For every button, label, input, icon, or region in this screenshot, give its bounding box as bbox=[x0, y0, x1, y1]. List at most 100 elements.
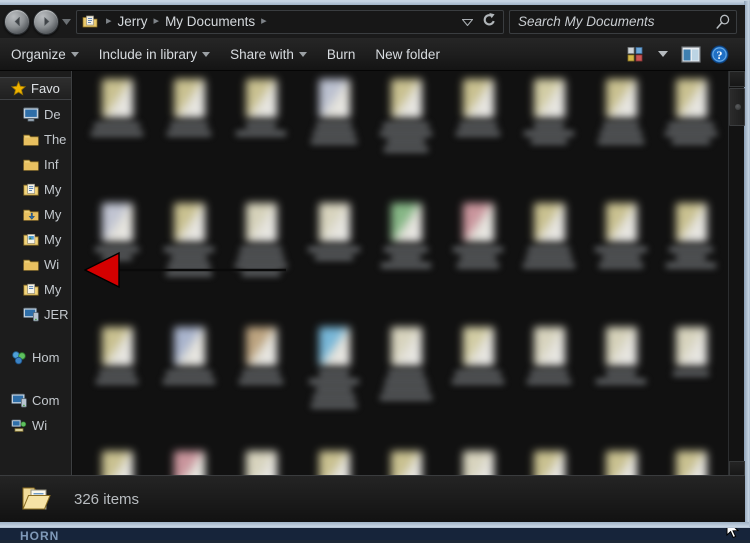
file-list-view[interactable] bbox=[73, 71, 729, 477]
history-dropdown-button[interactable] bbox=[60, 9, 73, 35]
file-item[interactable] bbox=[656, 327, 726, 376]
back-button[interactable] bbox=[4, 8, 30, 35]
sidebar-item-my-stuff[interactable]: My bbox=[0, 277, 71, 302]
file-item[interactable] bbox=[371, 451, 441, 477]
address-dropdown-button[interactable] bbox=[461, 13, 474, 31]
file-icon bbox=[533, 327, 565, 366]
file-item[interactable] bbox=[656, 203, 726, 268]
file-item[interactable] bbox=[226, 327, 296, 384]
toolbar-include-in-library-button[interactable]: Include in library bbox=[90, 44, 219, 65]
file-item[interactable] bbox=[586, 451, 656, 477]
file-name bbox=[371, 247, 441, 268]
refresh-button[interactable] bbox=[480, 11, 497, 32]
help-icon: ? bbox=[710, 45, 728, 63]
file-icon bbox=[462, 327, 494, 366]
breadcrumb-item-1[interactable]: My Documents bbox=[165, 14, 255, 29]
file-item[interactable] bbox=[226, 451, 296, 477]
toolbar-share-with-button[interactable]: Share with bbox=[221, 44, 316, 65]
sidebar-item-label: JER bbox=[44, 307, 69, 322]
file-icon bbox=[318, 451, 350, 477]
file-item[interactable] bbox=[299, 79, 369, 144]
sidebar-item-label: My bbox=[44, 207, 62, 222]
chevron-down-icon bbox=[62, 18, 71, 25]
file-item[interactable] bbox=[154, 327, 224, 384]
search-box[interactable]: Search My Documents bbox=[509, 9, 737, 34]
file-icon bbox=[605, 451, 637, 477]
file-name bbox=[226, 371, 296, 384]
file-name bbox=[656, 123, 726, 144]
search-icon[interactable] bbox=[715, 14, 731, 30]
sidebar-item-info[interactable]: Inf bbox=[0, 152, 71, 177]
help-button[interactable]: ? bbox=[705, 42, 733, 66]
file-item[interactable] bbox=[299, 327, 369, 408]
breadcrumb-item-0[interactable]: Jerry bbox=[118, 14, 148, 29]
file-item[interactable] bbox=[226, 203, 296, 276]
file-item[interactable] bbox=[514, 327, 584, 384]
file-name bbox=[443, 371, 513, 384]
forward-button[interactable] bbox=[33, 8, 59, 35]
file-item[interactable] bbox=[656, 79, 726, 144]
file-name bbox=[82, 123, 152, 136]
file-item[interactable] bbox=[443, 79, 513, 136]
toolbar-new-folder-button[interactable]: New folder bbox=[366, 44, 449, 65]
file-item[interactable] bbox=[82, 451, 152, 477]
address-bar[interactable]: ▸ Jerry ▸ My Documents ▸ bbox=[76, 9, 504, 34]
explorer-window: ▸ Jerry ▸ My Documents ▸ Search My Docum… bbox=[0, 0, 750, 528]
sidebar-item-jerry-pc[interactable]: JER bbox=[0, 302, 71, 327]
file-name bbox=[514, 371, 584, 384]
file-item[interactable] bbox=[82, 327, 152, 384]
file-item[interactable] bbox=[82, 79, 152, 136]
file-item[interactable] bbox=[586, 327, 656, 384]
sidebar-item-network[interactable]: Wi bbox=[0, 413, 71, 438]
breadcrumb-separator: ▸ bbox=[106, 15, 112, 27]
view-options-button[interactable] bbox=[621, 42, 649, 66]
status-bar: 326 items bbox=[0, 475, 745, 522]
file-item[interactable] bbox=[154, 451, 224, 477]
file-item[interactable] bbox=[514, 203, 584, 268]
file-item[interactable] bbox=[154, 79, 224, 136]
file-item[interactable] bbox=[586, 203, 656, 268]
file-item[interactable] bbox=[586, 79, 656, 144]
sidebar-item-homegroup[interactable]: Hom bbox=[0, 345, 71, 370]
file-item[interactable] bbox=[226, 79, 296, 136]
file-item[interactable] bbox=[514, 79, 584, 144]
file-item[interactable] bbox=[299, 203, 369, 260]
sidebar-item-my-pictures[interactable]: My bbox=[0, 227, 71, 252]
sidebar-item-themes[interactable]: The bbox=[0, 127, 71, 152]
search-input[interactable]: Search My Documents bbox=[518, 14, 715, 29]
vertical-scrollbar[interactable] bbox=[728, 71, 745, 477]
preview-pane-button[interactable] bbox=[677, 42, 705, 66]
sidebar-group-label: Hom bbox=[32, 350, 60, 365]
sidebar-item-desktop[interactable]: De bbox=[0, 102, 71, 127]
file-item[interactable] bbox=[443, 451, 513, 477]
scrollbar-thumb[interactable] bbox=[729, 88, 745, 126]
file-item[interactable] bbox=[514, 451, 584, 477]
file-item[interactable] bbox=[656, 451, 726, 477]
sidebar-favorites-header[interactable]: Favo bbox=[0, 77, 71, 100]
toolbar-burn-button[interactable]: Burn bbox=[318, 44, 365, 65]
file-item[interactable] bbox=[154, 203, 224, 276]
file-icon bbox=[533, 451, 565, 477]
file-item[interactable] bbox=[82, 203, 152, 260]
file-item[interactable] bbox=[371, 327, 441, 400]
homegroup-icon bbox=[12, 351, 26, 365]
sidebar-item-my-documents[interactable]: My bbox=[0, 177, 71, 202]
file-item[interactable] bbox=[443, 203, 513, 268]
sidebar-item-windows[interactable]: Wi bbox=[0, 252, 71, 277]
file-item[interactable] bbox=[443, 327, 513, 384]
file-item[interactable] bbox=[371, 203, 441, 268]
file-item[interactable] bbox=[299, 451, 369, 477]
sidebar-item-my-downloads[interactable]: My bbox=[0, 202, 71, 227]
scroll-up-button[interactable] bbox=[729, 71, 745, 87]
navigation-pane[interactable]: Favo De The Inf My My My Wi My JER Hom C… bbox=[0, 71, 72, 477]
file-item[interactable] bbox=[371, 79, 441, 152]
view-options-dropdown[interactable] bbox=[649, 42, 677, 66]
sidebar-item-label: My bbox=[44, 182, 62, 197]
file-name bbox=[299, 247, 369, 260]
documents-folder-icon bbox=[23, 183, 39, 196]
toolbar-organize-button[interactable]: Organize bbox=[2, 44, 88, 65]
sidebar-item-computer[interactable]: Com bbox=[0, 388, 71, 413]
downloads-folder-icon bbox=[23, 209, 39, 221]
sidebar-item-label: De bbox=[44, 107, 61, 122]
